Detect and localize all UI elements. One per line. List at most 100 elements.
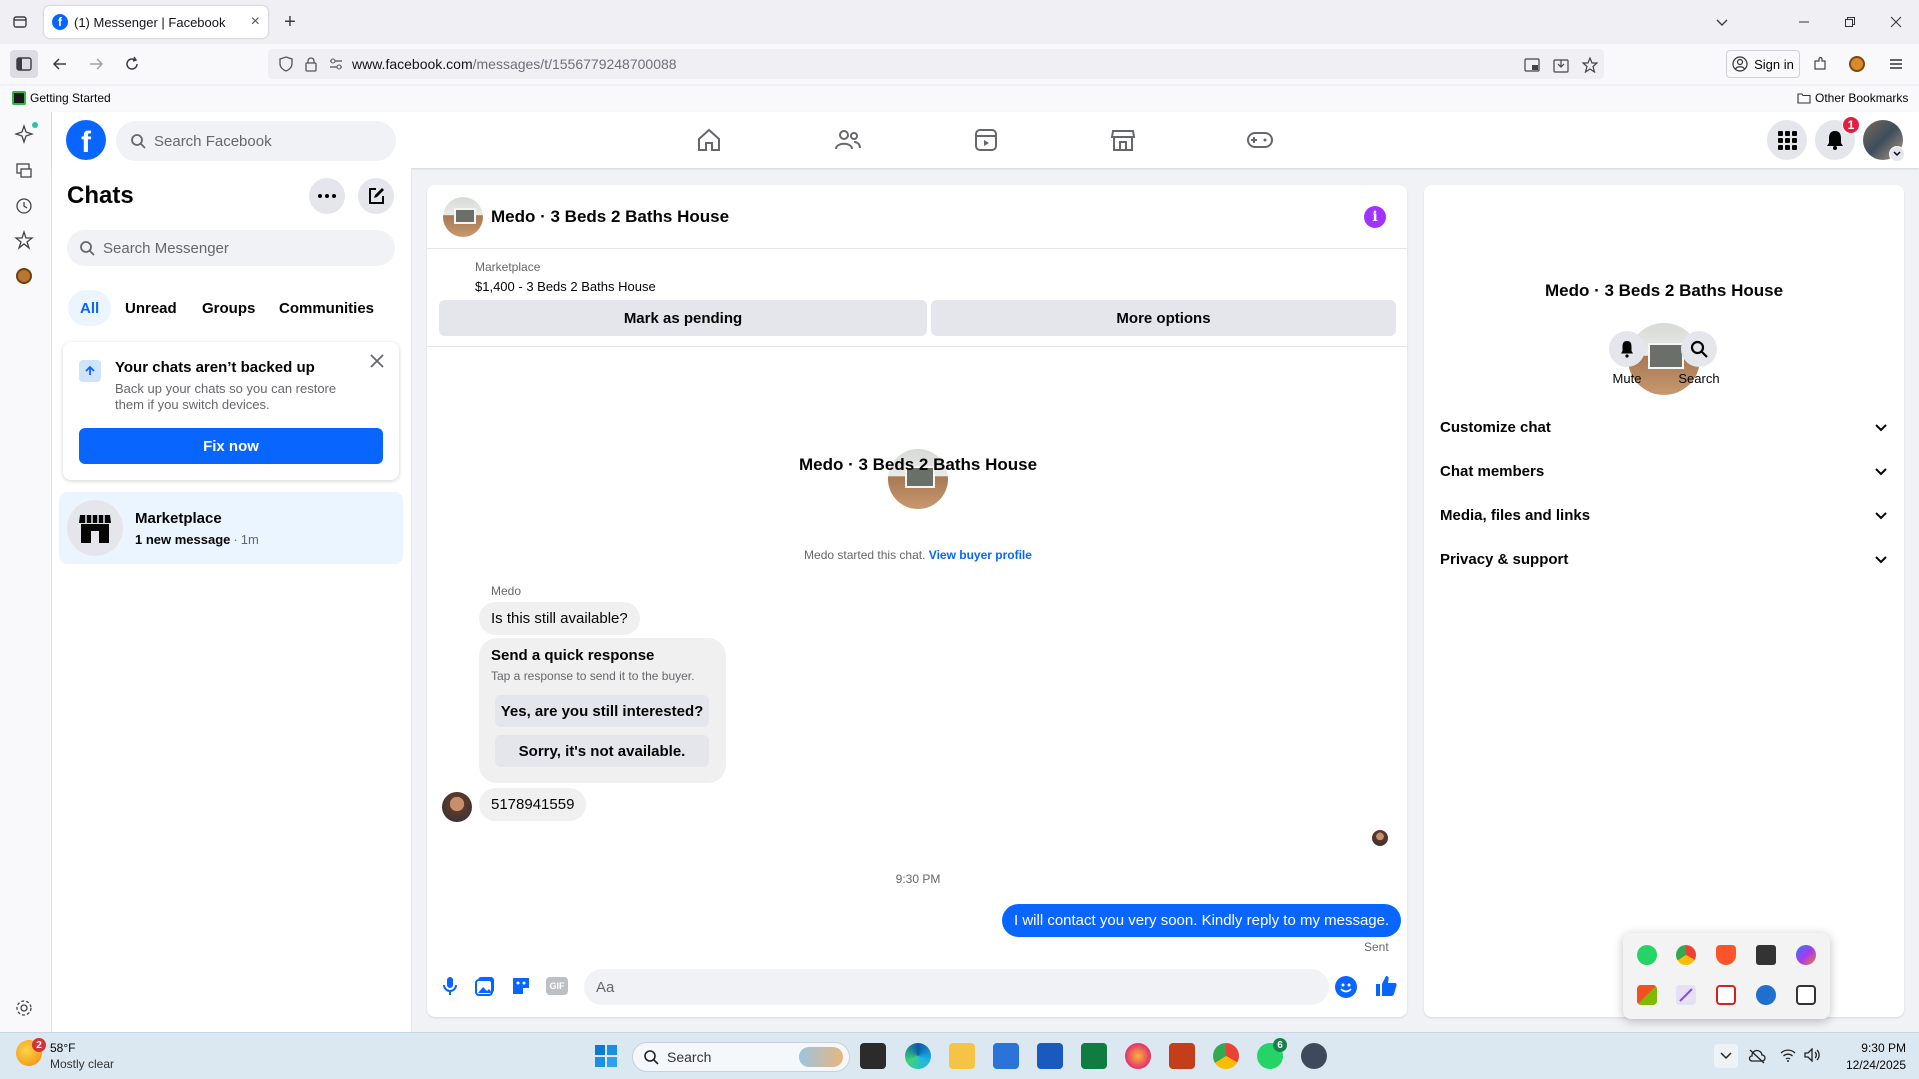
chevron-down-icon[interactable] [1708,8,1736,36]
browser-tab-active[interactable]: f (1) Messenger | Facebook × [44,6,268,38]
mute-bell-icon[interactable] [1609,331,1645,367]
restore-window-icon[interactable] [1836,8,1864,36]
emoji-icon[interactable] [1335,976,1357,998]
bookmark-getting-started[interactable]: Getting Started [12,91,111,105]
home-nav-icon[interactable] [693,124,725,156]
wifi-icon[interactable] [1780,1048,1796,1064]
office-tray-icon[interactable] [1637,985,1657,1005]
listing-title[interactable]: $1,400 - 3 Beds 2 Baths House [475,279,656,294]
search-label[interactable]: Search [1669,371,1729,386]
filter-unread[interactable]: Unread [113,290,189,326]
close-window-icon[interactable] [1882,8,1910,36]
quick-reply-no-button[interactable]: Sorry, it's not available. [495,735,709,767]
messenger-search-input[interactable]: Search Messenger [67,230,395,266]
clock-time[interactable]: 9:30 PM [1828,1041,1906,1055]
forward-arrow-icon[interactable] [82,50,110,78]
history-icon[interactable] [14,196,36,218]
weather-desc[interactable]: Mostly clear [50,1057,114,1071]
synced-tabs-icon[interactable] [14,160,36,182]
save-page-icon[interactable] [1547,51,1575,79]
file-explorer-icon[interactable] [949,1043,975,1069]
device-tray-icon[interactable] [1796,985,1816,1005]
edge-icon[interactable] [905,1043,931,1069]
extensions-icon[interactable] [1806,50,1834,78]
bookmarks-star-icon[interactable] [14,230,36,252]
conversation-avatar[interactable] [443,197,483,237]
quick-reply-yes-button[interactable]: Yes, are you still interested? [495,695,709,727]
tab-list-icon[interactable] [6,8,34,36]
account-chevron-icon[interactable] [1889,146,1905,162]
gif-icon[interactable]: GIF [546,977,568,995]
pen-tray-icon[interactable] [1676,985,1696,1005]
app-icon[interactable] [1301,1043,1327,1069]
privacy-support-row[interactable]: Privacy & support [1440,541,1892,577]
windows-start-icon[interactable] [594,1044,618,1068]
copilot-tray-icon[interactable] [1796,945,1816,965]
filter-communities[interactable]: Communities [267,290,386,326]
tray-chevron-up-icon[interactable] [1714,1044,1738,1068]
cookie-extension-icon[interactable] [1843,50,1871,78]
word-icon[interactable] [1037,1043,1063,1069]
my-message-bubble[interactable]: I will contact you very soon. Kindly rep… [1002,904,1402,937]
customize-chat-row[interactable]: Customize chat [1440,409,1892,445]
permissions-icon[interactable] [328,56,344,72]
conversation-info-icon[interactable]: i [1364,206,1386,228]
task-view-icon[interactable] [860,1043,886,1069]
view-buyer-profile-link[interactable]: View buyer profile [929,548,1032,562]
minimize-window-icon[interactable] [1790,8,1818,36]
more-options-icon[interactable] [309,178,345,214]
cookie-icon[interactable] [14,266,36,288]
acrobat-tray-icon[interactable] [1716,985,1736,1005]
fix-now-button[interactable]: Fix now [79,428,383,464]
other-bookmarks[interactable]: Other Bookmarks [1797,91,1908,105]
menu-grid-icon[interactable] [1767,120,1807,160]
sign-in-button[interactable]: Sign in [1726,50,1800,78]
brave-tray-icon[interactable] [1716,945,1736,965]
firefox-icon[interactable] [1125,1043,1151,1069]
mute-label[interactable]: Mute [1597,371,1657,386]
ai-chatbot-icon[interactable] [14,122,38,146]
mark-as-pending-button[interactable]: Mark as pending [439,300,927,336]
message-bubble[interactable]: Is this still available? [479,602,640,635]
media-files-links-row[interactable]: Media, files and links [1440,497,1892,533]
clock-date[interactable]: 12/24/2025 [1828,1058,1906,1072]
gaming-nav-icon[interactable] [1244,124,1276,156]
address-bar[interactable]: www.facebook.com/messages/t/155677924870… [268,49,1604,79]
video-nav-icon[interactable] [970,124,1002,156]
usb-tray-icon[interactable] [1756,945,1776,965]
microsoft-store-icon[interactable] [993,1043,1019,1069]
chrome-icon[interactable] [1213,1043,1239,1069]
powerpoint-icon[interactable] [1169,1043,1195,1069]
sticker-icon[interactable] [510,975,532,997]
lock-icon[interactable] [304,56,318,72]
chrome-tray-icon[interactable] [1676,945,1696,965]
hamburger-menu-icon[interactable] [1882,50,1910,78]
security-tray-icon[interactable] [1756,985,1776,1005]
close-tab-icon[interactable]: × [251,13,260,31]
sender-avatar[interactable] [442,792,472,822]
weather-temp[interactable]: 58°F [50,1041,75,1055]
new-tab-icon[interactable]: + [276,8,304,36]
volume-icon[interactable] [1804,1048,1822,1064]
facebook-logo-icon[interactable]: f [66,120,106,160]
filter-groups[interactable]: Groups [190,290,267,326]
close-icon[interactable] [370,354,388,372]
sidebar-toggle-icon[interactable] [10,50,38,78]
marketplace-nav-icon[interactable] [1107,124,1139,156]
friends-nav-icon[interactable] [832,124,864,156]
chat-members-row[interactable]: Chat members [1440,453,1892,489]
taskbar-search-box[interactable]: Search [632,1042,850,1072]
photo-icon[interactable] [474,975,496,997]
excel-icon[interactable] [1081,1043,1107,1069]
shield-icon[interactable] [278,56,294,72]
back-arrow-icon[interactable] [46,50,74,78]
message-bubble[interactable]: 5178941559 [479,788,587,821]
filter-all[interactable]: All [68,290,112,326]
conversation-title[interactable]: Medo · 3 Beds 2 Baths House [491,207,729,227]
message-composer-input[interactable]: Aa [584,969,1329,1005]
search-conversation-icon[interactable] [1681,331,1717,367]
more-options-button[interactable]: More options [931,300,1396,336]
cloud-offline-icon[interactable] [1748,1048,1766,1064]
picture-in-picture-icon[interactable] [1518,51,1546,79]
facebook-search-input[interactable]: Search Facebook [116,121,396,161]
